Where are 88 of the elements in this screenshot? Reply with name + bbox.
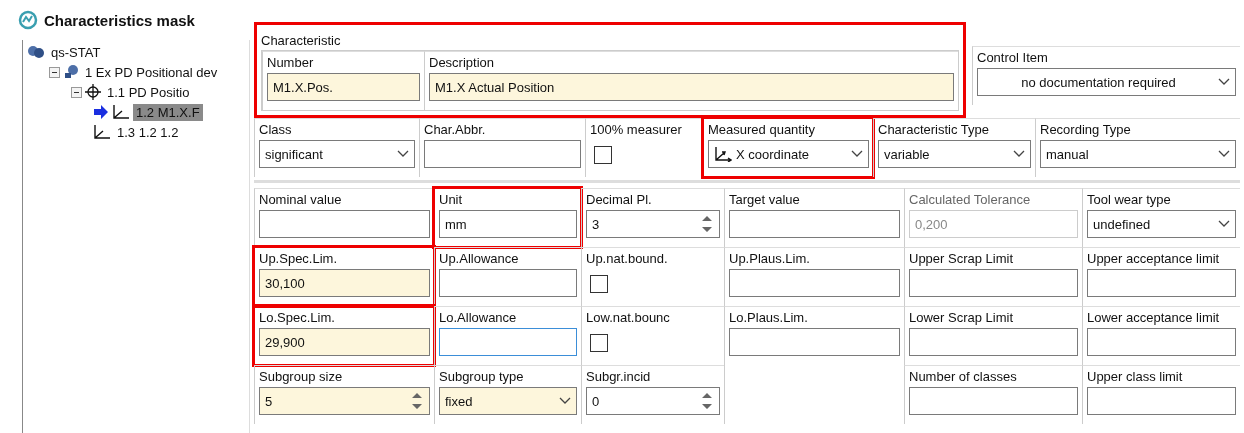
input-field[interactable] — [424, 140, 581, 168]
field-label: Description — [429, 55, 496, 70]
input-field[interactable]: 29,900 — [259, 328, 430, 356]
field-label: Unit — [439, 192, 464, 207]
axis-icon — [112, 104, 130, 120]
input-field[interactable] — [729, 210, 900, 238]
input-field[interactable] — [259, 210, 430, 238]
tree-item[interactable]: qs-STAT — [48, 43, 104, 61]
dropdown[interactable]: fixed — [439, 387, 577, 415]
tree-item[interactable]: 1.2 M1.X.F — [133, 103, 203, 121]
group-legend: Characteristic — [261, 33, 959, 48]
field-label: Up.Spec.Lim. — [259, 251, 339, 266]
input-field[interactable] — [909, 328, 1078, 356]
field-label: Nominal value — [259, 192, 343, 207]
chevron-down-icon — [1218, 78, 1230, 86]
chevron-down-icon — [1218, 150, 1230, 158]
spin-field[interactable]: 0 — [586, 387, 720, 415]
spin-arrows-icon[interactable] — [700, 390, 714, 412]
field-label: Target value — [729, 192, 801, 207]
spin-arrows-icon[interactable] — [700, 213, 714, 235]
field-label: Subgroup size — [259, 369, 344, 384]
chevron-down-icon — [559, 397, 571, 405]
input-field[interactable] — [439, 269, 577, 297]
field-label: Up.Allowance — [439, 251, 520, 266]
chevron-down-icon — [397, 150, 409, 158]
field-label: Up.nat.bound. — [586, 251, 669, 266]
input-field[interactable] — [1087, 269, 1236, 297]
input-field[interactable] — [1087, 387, 1236, 415]
crosshair-icon — [85, 84, 101, 100]
field-label: Tool wear type — [1087, 192, 1172, 207]
field-label: Lower Scrap Limit — [909, 310, 1015, 325]
input-field[interactable]: 30,100 — [259, 269, 430, 297]
field-label: Subgroup type — [439, 369, 525, 384]
field-label: Lower acceptance limit — [1087, 310, 1221, 325]
chevron-down-icon — [1013, 150, 1025, 158]
input-field[interactable]: M1.X Actual Position — [429, 73, 954, 101]
field-label: Lo.Plaus.Lim. — [729, 310, 809, 325]
chevron-down-icon — [1218, 220, 1230, 228]
dropdown[interactable]: X coordinate — [708, 140, 869, 168]
input-field[interactable] — [909, 269, 1078, 297]
field-label: Upper Scrap Limit — [909, 251, 1015, 266]
input-field[interactable] — [1087, 328, 1236, 356]
spin-arrows-icon[interactable] — [410, 390, 424, 412]
part-icon — [63, 64, 79, 80]
tree-item[interactable]: 1 Ex PD Positional dev — [82, 63, 221, 81]
field-label: Low.nat.bounc — [586, 310, 671, 325]
tree-item[interactable]: 1.1 PD Positio — [104, 83, 193, 101]
field-label: Recording Type — [1040, 122, 1132, 137]
checkbox[interactable] — [594, 146, 612, 164]
field-label: 100% measurer — [590, 122, 683, 137]
dropdown[interactable]: undefined — [1087, 210, 1236, 238]
input-field[interactable]: mm — [439, 210, 577, 238]
window-title: Characteristics mask — [44, 11, 195, 29]
field-label: Class — [259, 122, 293, 137]
axis-icon — [93, 124, 111, 140]
field-label: Number — [267, 55, 315, 70]
current-arrow-icon — [93, 105, 109, 119]
input-field[interactable]: M1.X.Pos. — [267, 73, 420, 101]
field-label: Decimal Pl. — [586, 192, 653, 207]
checkbox[interactable] — [590, 334, 608, 352]
spin-field[interactable]: 5 — [259, 387, 430, 415]
input-field[interactable] — [439, 328, 577, 356]
field-label: Char.Abbr. — [424, 122, 487, 137]
field-label: Number of classes — [909, 369, 1018, 384]
tree-item[interactable]: 1.3 1.2 1.2 — [114, 123, 182, 141]
field-label: Characteristic Type — [878, 122, 991, 137]
dropdown[interactable]: significant — [259, 140, 415, 168]
dropdown[interactable]: no documentation required — [977, 68, 1236, 96]
field-label: Lo.Spec.Lim. — [259, 310, 336, 325]
checkbox[interactable] — [590, 275, 608, 293]
spin-field[interactable]: 3 — [586, 210, 720, 238]
field-label: Control Item — [977, 50, 1049, 65]
field-label: Up.Plaus.Lim. — [729, 251, 811, 266]
field-label: Calculated Tolerance — [909, 192, 1032, 207]
collapse-icon[interactable] — [49, 66, 60, 78]
field-label: Upper acceptance limit — [1087, 251, 1221, 266]
input-field[interactable] — [729, 269, 900, 297]
dropdown[interactable]: variable — [878, 140, 1031, 168]
app-logo-icon — [18, 10, 38, 30]
collapse-icon[interactable] — [71, 86, 82, 98]
field-label: Lo.Allowance — [439, 310, 518, 325]
input-field[interactable] — [909, 387, 1078, 415]
chevron-down-icon — [851, 150, 863, 158]
field-label: Measured quantity — [708, 122, 816, 137]
input-field[interactable] — [729, 328, 900, 356]
dropdown[interactable]: manual — [1040, 140, 1236, 168]
field-label: Subgr.incid — [586, 369, 652, 384]
field-label: Upper class limit — [1087, 369, 1184, 384]
